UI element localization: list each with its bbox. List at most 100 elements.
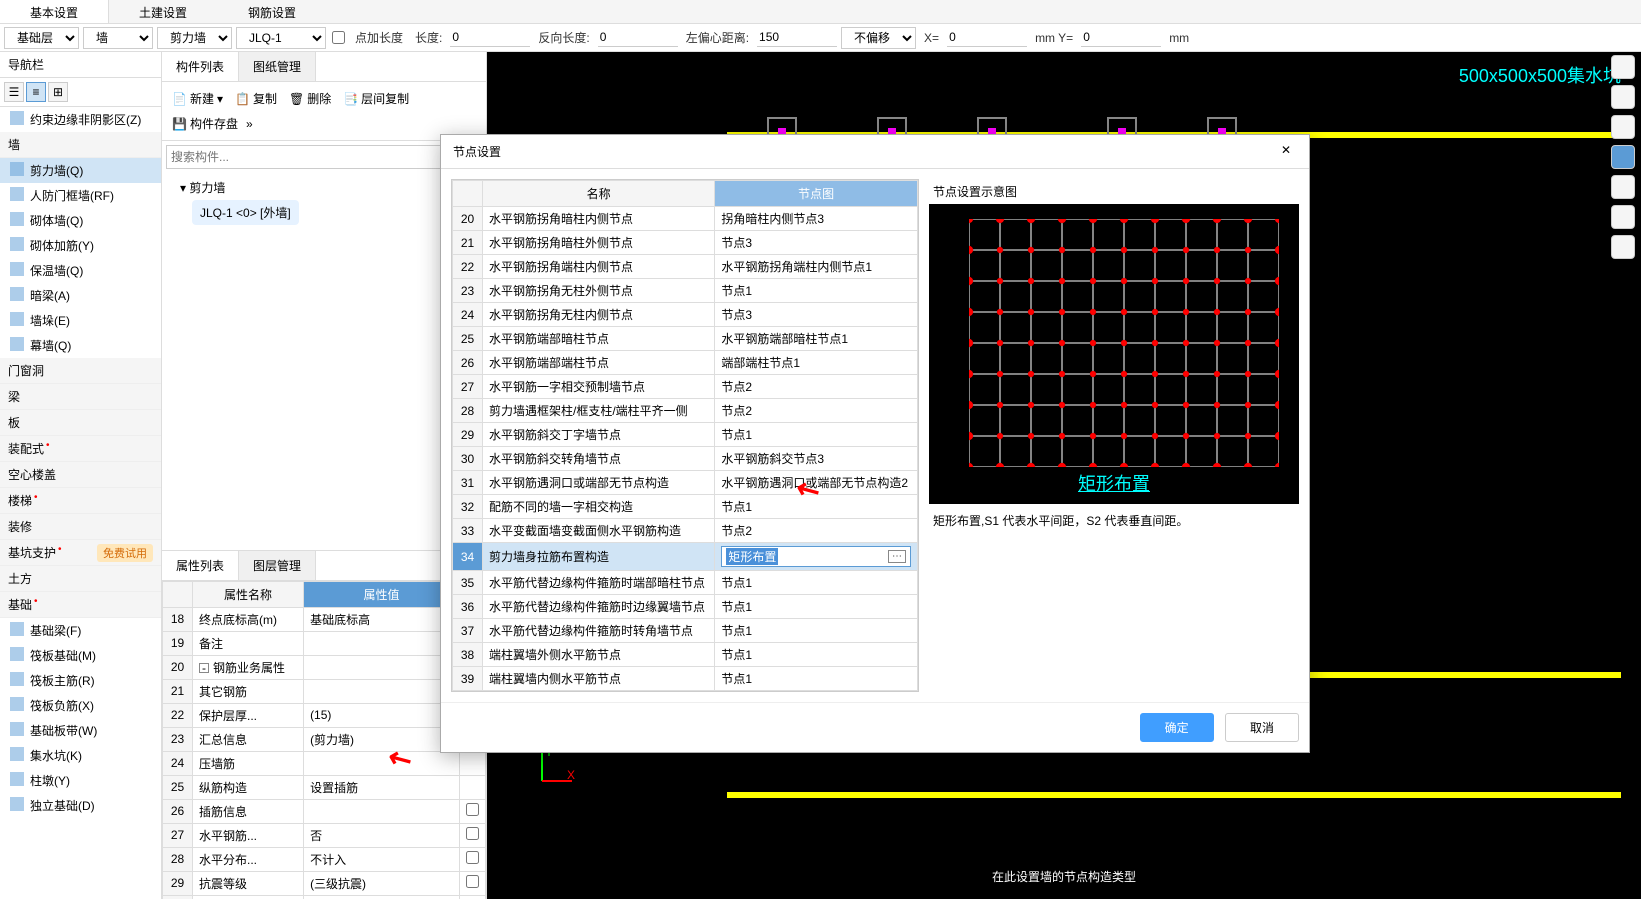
nav-foundation-item[interactable]: 基础板带(W) [0,718,161,743]
view-cube-icon[interactable] [1611,145,1635,169]
row-checkbox[interactable] [466,803,479,816]
property-row[interactable]: 23汇总信息(剪力墙) [163,727,486,751]
nav-view-list-icon[interactable]: ≡ [26,82,46,102]
view-fit-icon[interactable] [1611,175,1635,199]
copy-button[interactable]: 📋复制 [231,88,281,109]
nav-view-tree-icon[interactable]: ☰ [4,82,24,102]
view-2d-icon[interactable] [1611,55,1635,79]
nav-foundation-item[interactable]: 独立基础(D) [0,793,161,818]
property-row[interactable]: 21其它钢筋 [163,679,486,703]
nav-wall-item[interactable]: 墙垛(E) [0,308,161,333]
nav-foundation-item[interactable]: 柱墩(Y) [0,768,161,793]
node-row[interactable]: 33水平变截面墙变截面侧水平钢筋构造节点2 [453,519,918,543]
nav-category[interactable]: 楼梯 [0,488,161,514]
length-input[interactable] [450,28,530,47]
property-row[interactable]: 18终点底标高(m)基础底标高 [163,607,486,631]
node-row[interactable]: 27水平钢筋一字相交预制墙节点节点2 [453,375,918,399]
nav-wall-item[interactable]: 保温墙(Q) [0,258,161,283]
nav-foundation-item[interactable]: 基础梁(F) [0,618,161,643]
nav-category[interactable]: 装配式 [0,436,161,462]
nav-category[interactable]: 基础 [0,592,161,618]
try-free-badge[interactable]: 免费试用 [97,544,153,562]
reverse-length-input[interactable] [598,28,678,47]
node-row[interactable]: 28剪力墙遇框架柱/框支柱/端柱平齐一侧节点2 [453,399,918,423]
property-row[interactable]: 22保护层厚...(15) [163,703,486,727]
row-checkbox[interactable] [466,827,479,840]
property-row[interactable]: 24压墙筋 [163,751,486,775]
nav-wall-item[interactable]: 砌体加筋(Y) [0,233,161,258]
nav-category[interactable]: 梁 [0,384,161,410]
expand-icon[interactable]: - [199,663,209,673]
floor-select[interactable]: 基础层 [4,27,79,49]
node-row[interactable]: 35水平筋代替边缘构件箍筋时端部暗柱节点节点1 [453,571,918,595]
view-rotate-icon[interactable] [1611,205,1635,229]
node-row[interactable]: 21水平钢筋拐角暗柱外侧节点节点3 [453,231,918,255]
y-input[interactable] [1081,28,1161,47]
nav-foundation-item[interactable]: 筏板主筋(R) [0,668,161,693]
delete-button[interactable]: 🗑删除 [285,88,335,109]
tree-root[interactable]: ▾ 剪力墙 [180,179,480,196]
nav-wall-item[interactable]: 剪力墙(Q) [0,158,161,183]
tab-member-list[interactable]: 构件列表 [162,52,239,81]
property-row[interactable]: 19备注 [163,631,486,655]
view-display-icon[interactable] [1611,235,1635,259]
node-row[interactable]: 36水平筋代替边缘构件箍筋时边缘翼墙节点节点1 [453,595,918,619]
nav-wall-item[interactable]: 暗梁(A) [0,283,161,308]
row-checkbox[interactable] [466,851,479,864]
more-icon[interactable]: » [246,117,253,131]
node-row[interactable]: 32配筋不同的墙一字相交构造节点1 [453,495,918,519]
nav-cat-wall[interactable]: 墙 [0,132,161,158]
tab-basic[interactable]: 基本设置 [0,0,109,23]
nav-foundation-item[interactable]: 筏板负筋(X) [0,693,161,718]
node-row[interactable]: 31水平钢筋遇洞口或端部无节点构造水平钢筋遇洞口或端部无节点构造2 [453,471,918,495]
node-row[interactable]: 34剪力墙身拉筋布置构造矩形布置⋯ [453,543,918,571]
offset-input[interactable] [757,28,837,47]
property-row[interactable]: 29抗震等级(三级抗震) [163,871,486,895]
tab-civil[interactable]: 土建设置 [109,0,218,23]
x-input[interactable] [947,28,1027,47]
property-row[interactable]: 28水平分布...不计入 [163,847,486,871]
property-row[interactable]: 25纵筋构造设置插筋 [163,775,486,799]
nav-category[interactable]: 土方 [0,566,161,592]
nav-category[interactable]: 门窗洞 [0,358,161,384]
nav-foundation-item[interactable]: 集水坑(K) [0,743,161,768]
nav-wall-item[interactable]: 砌体墙(Q) [0,208,161,233]
property-row[interactable]: 26插筋信息 [163,799,486,823]
node-row[interactable]: 25水平钢筋端部暗柱节点水平钢筋端部暗柱节点1 [453,327,918,351]
component-select[interactable]: 墙 [83,27,153,49]
tab-layers[interactable]: 图层管理 [239,551,316,580]
node-row[interactable]: 24水平钢筋拐角无柱内侧节点节点3 [453,303,918,327]
close-icon[interactable]: ✕ [1275,143,1297,160]
ok-button[interactable]: 确定 [1140,713,1214,742]
tab-rebar[interactable]: 钢筋设置 [218,0,327,23]
more-icon[interactable]: ⋯ [888,550,906,563]
member-name-select[interactable]: JLQ-1 [236,27,326,49]
subcomponent-select[interactable]: 剪力墙 [157,27,232,49]
node-row[interactable]: 29水平钢筋斜交丁字墙节点节点1 [453,423,918,447]
nav-category[interactable]: 板 [0,410,161,436]
tab-drawing-mgmt[interactable]: 图纸管理 [239,52,316,81]
save-member-button[interactable]: 💾构件存盘 [168,113,242,134]
nav-category[interactable]: 装修 [0,514,161,540]
shift-select[interactable]: 不偏移 [841,27,916,49]
node-row[interactable]: 20水平钢筋拐角暗柱内侧节点拐角暗柱内侧节点3 [453,207,918,231]
nav-foundation-item[interactable]: 筏板基础(M) [0,643,161,668]
nav-category[interactable]: 空心楼盖 [0,462,161,488]
property-row[interactable]: 27水平钢筋...否 [163,823,486,847]
view-refresh-icon[interactable] [1611,115,1635,139]
tab-properties[interactable]: 属性列表 [162,551,239,580]
tree-node-jlq1[interactable]: JLQ-1 <0> [外墙] [192,200,299,225]
node-row[interactable]: 38端柱翼墙外侧水平筋节点节点1 [453,643,918,667]
add-length-checkbox[interactable] [332,31,345,44]
node-row[interactable]: 39端柱翼墙内侧水平筋节点节点1 [453,667,918,691]
node-row[interactable]: 26水平钢筋端部端柱节点端部端柱节点1 [453,351,918,375]
property-row[interactable]: 30锚固搭接按默认锚固搭接计算 [163,895,486,899]
cancel-button[interactable]: 取消 [1225,713,1299,742]
nav-view-grid-icon[interactable]: ⊞ [48,82,68,102]
layer-copy-button[interactable]: 📑层间复制 [339,88,413,109]
property-row[interactable]: 20-钢筋业务属性 [163,655,486,679]
node-row[interactable]: 22水平钢筋拐角端柱内侧节点水平钢筋拐角端柱内侧节点1 [453,255,918,279]
node-row[interactable]: 37水平筋代替边缘构件箍筋时转角墙节点节点1 [453,619,918,643]
new-button[interactable]: 📄新建 ▾ [168,88,227,109]
row-checkbox[interactable] [466,875,479,888]
